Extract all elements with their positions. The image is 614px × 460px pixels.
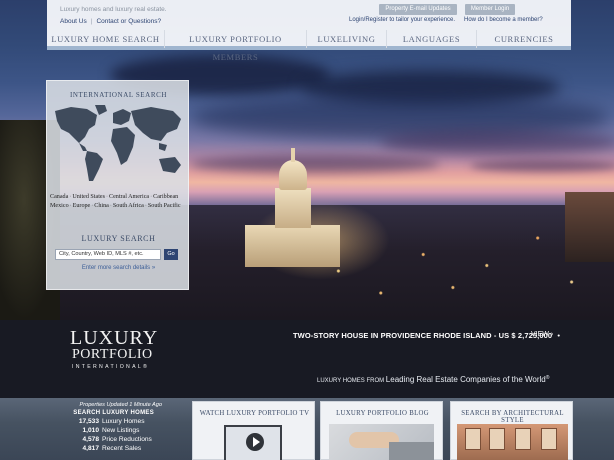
blog-thumbnail[interactable]: [329, 424, 434, 460]
region-row-1: Canada·United States·Central America·Car…: [50, 194, 179, 200]
top-links: About Us | Contact or Questions?: [60, 18, 161, 25]
international-search-title: INTERNATIONAL SEARCH: [69, 91, 168, 99]
nav-portfolio-members[interactable]: LUXURY PORTFOLIO MEMBERS: [165, 30, 307, 62]
stat-label: Price Reductions: [102, 436, 152, 443]
region-south-pacific[interactable]: South Pacific: [148, 203, 181, 209]
stat-row[interactable]: 4,817 Recent Sales: [58, 444, 168, 453]
architecture-thumbnail[interactable]: [457, 424, 568, 460]
blog-card-title: LUXURY PORTFOLIO BLOG: [336, 410, 429, 417]
architectural-style-card[interactable]: SEARCH BY ARCHITECTURAL STYLE: [450, 401, 573, 460]
stat-row[interactable]: 1,010 New Listings: [58, 426, 168, 435]
video-thumbnail[interactable]: [224, 425, 282, 460]
region-caribbean[interactable]: Caribbean: [153, 194, 178, 200]
nav-luxeliving[interactable]: LUXELIVING: [307, 30, 387, 48]
leading-prefix: LUXURY HOMES FROM: [317, 378, 385, 384]
nav-luxury-home-search[interactable]: LUXURY HOME SEARCH: [47, 30, 165, 48]
nav-languages[interactable]: LANGUAGES: [387, 30, 477, 48]
stats-updated-text: Properties Updated 1 Minute Ago: [79, 402, 162, 408]
go-button[interactable]: Go: [164, 249, 178, 260]
tv-card-title: WATCH LUXURY PORTFOLIO TV: [199, 410, 310, 417]
site-tagline: Luxury homes and luxury real estate.: [60, 6, 167, 13]
logo-line-portfolio: PORTFOLIO: [72, 347, 153, 362]
leading-trademark: ®: [545, 375, 550, 381]
login-register-link[interactable]: Login/Register to tailor your experience…: [349, 17, 455, 23]
region-europe[interactable]: Europe: [73, 203, 91, 209]
region-row-2: Mexico·Europe·China·South Africa·South P…: [50, 203, 181, 209]
view-label: VIEW: [531, 331, 549, 338]
play-icon[interactable]: [246, 433, 264, 451]
featured-property-text: TWO-STORY HOUSE IN PROVIDENCE RHODE ISLA…: [293, 331, 553, 340]
stat-label: New Listings: [102, 427, 140, 434]
stat-value: 4,817: [82, 445, 99, 452]
region-china[interactable]: China: [94, 203, 109, 209]
stat-label: Luxury Homes: [102, 418, 145, 425]
region-united-states[interactable]: United States: [72, 194, 105, 200]
stat-row[interactable]: 17,533 Luxury Homes: [58, 417, 168, 426]
style-card-title: SEARCH BY ARCHITECTURAL STYLE: [461, 410, 564, 424]
luxury-portfolio-logo[interactable]: LUXURY PORTFOLIO INTERNATIONAL®: [62, 327, 172, 375]
luxury-portfolio-blog-card[interactable]: LUXURY PORTFOLIO BLOG: [320, 401, 443, 460]
region-links: Canada·United States·Central America·Car…: [50, 193, 190, 211]
nav-currencies[interactable]: CURRENCIES: [477, 30, 571, 48]
brick-towers: [565, 192, 614, 262]
search-luxury-homes-title[interactable]: SEARCH LUXURY HOMES: [58, 410, 154, 416]
region-canada[interactable]: Canada: [50, 194, 68, 200]
about-us-link[interactable]: About Us: [60, 18, 87, 25]
international-search-panel: INTERNATIONAL SEARCH Canada·United State…: [46, 80, 189, 290]
logo-line-international: INTERNATIONAL®: [72, 364, 150, 370]
capitol-dome: [279, 160, 307, 190]
stat-label: Recent Sales: [102, 445, 142, 452]
world-map[interactable]: [51, 103, 186, 185]
view-link[interactable]: VIEW ›: [531, 331, 553, 338]
main-nav: LUXURY HOME SEARCH LUXURY PORTFOLIO MEMB…: [47, 30, 571, 62]
leading-emphasis: Leading Real Estate Companies of the Wor…: [385, 375, 546, 384]
feature-separator: •: [557, 331, 561, 340]
stat-row[interactable]: 4,578 Price Reductions: [58, 435, 168, 444]
site-header: Luxury homes and luxury real estate. Abo…: [47, 0, 571, 62]
region-mexico[interactable]: Mexico: [50, 203, 69, 209]
chevron-right-icon: ›: [550, 331, 554, 338]
stat-value: 17,533: [78, 418, 99, 425]
luxury-portfolio-tv-card[interactable]: WATCH LUXURY PORTFOLIO TV: [192, 401, 315, 460]
listing-stats: Properties Updated 1 Minute Ago SEARCH L…: [58, 402, 168, 453]
become-member-link[interactable]: How do I become a member?: [464, 17, 543, 23]
stat-value: 4,578: [82, 436, 99, 443]
capitol-building: [245, 225, 340, 267]
region-central-america[interactable]: Central America: [109, 194, 149, 200]
featured-property-link[interactable]: TWO-STORY HOUSE IN PROVIDENCE RHODE ISLA…: [293, 331, 563, 340]
more-search-details-link[interactable]: Enter more search details »: [47, 265, 190, 271]
email-updates-button[interactable]: Property E-mail Updates: [379, 4, 457, 15]
luxury-search-input[interactable]: City, Country, Web ID, MLS #, etc.: [55, 249, 161, 260]
luxury-search-title: LUXURY SEARCH: [81, 234, 156, 243]
region-south-africa[interactable]: South Africa: [113, 203, 144, 209]
member-login-button[interactable]: Member Login: [465, 4, 515, 15]
leading-companies-line: LUXURY HOMES FROM Leading Real Estate Co…: [317, 375, 549, 384]
contact-link[interactable]: Contact or Questions?: [96, 18, 161, 25]
link-separator: |: [90, 18, 93, 25]
stat-value: 1,010: [82, 427, 99, 434]
